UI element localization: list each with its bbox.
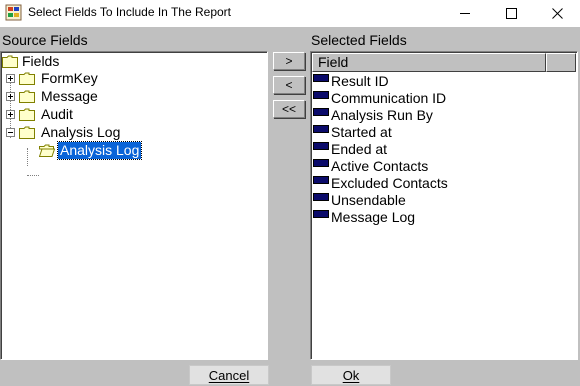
list-item[interactable]: Excluded Contacts xyxy=(313,174,448,191)
expand-icon[interactable] xyxy=(6,92,15,101)
remove-all-fields-button[interactable]: << xyxy=(273,100,305,118)
ok-button[interactable]: Ok xyxy=(311,365,391,385)
cancel-button-label: Cancel xyxy=(208,367,250,383)
folder-icon xyxy=(19,108,35,121)
folder-icon xyxy=(2,55,18,68)
minimize-icon xyxy=(459,13,470,14)
tree-node-label: FormKey xyxy=(41,70,98,86)
list-item[interactable]: Active Contacts xyxy=(313,157,428,174)
tree-node-label: Analysis Log xyxy=(41,124,121,140)
dialog-body: Source Fields Fields FormKey Message Aud… xyxy=(0,27,580,386)
selected-fields-label: Selected Fields xyxy=(311,32,407,48)
list-item-label: Active Contacts xyxy=(331,157,429,174)
column-header-field[interactable]: Field xyxy=(312,53,546,72)
selected-fields-list[interactable]: Field Result ID Communication ID Analysi… xyxy=(310,51,578,360)
tree-node-formkey[interactable]: FormKey xyxy=(1,70,261,87)
tree-connector xyxy=(27,175,39,176)
list-item[interactable]: Unsendable xyxy=(313,191,406,208)
tree-node-label: Analysis Log xyxy=(56,141,143,160)
tree-node-analysis-log-child[interactable]: Analysis Log xyxy=(1,141,261,160)
expand-icon[interactable] xyxy=(6,74,15,83)
list-item-label: Unsendable xyxy=(331,191,406,208)
add-field-button[interactable]: > xyxy=(273,52,305,70)
field-marker-icon xyxy=(313,210,329,218)
field-marker-icon xyxy=(313,74,329,82)
folder-icon xyxy=(19,72,35,85)
list-item-label: Analysis Run By xyxy=(331,106,433,123)
field-marker-icon xyxy=(313,142,329,150)
field-marker-icon xyxy=(313,125,329,133)
field-marker-icon xyxy=(313,91,329,99)
tree-node-fields[interactable]: Fields xyxy=(1,53,261,70)
list-item[interactable]: Result ID xyxy=(313,72,389,89)
list-item[interactable]: Message Log xyxy=(313,208,415,225)
cancel-button[interactable]: Cancel xyxy=(189,365,269,385)
source-tree[interactable]: Fields FormKey Message Audit Analysis Lo… xyxy=(0,51,268,360)
list-item[interactable]: Started at xyxy=(313,123,392,140)
folder-icon xyxy=(19,90,35,103)
minimize-button[interactable] xyxy=(442,0,488,27)
list-item-label: Started at xyxy=(331,123,392,140)
title-bar: Select Fields To Include In The Report xyxy=(0,0,580,27)
maximize-icon xyxy=(505,8,517,19)
remove-field-button[interactable]: < xyxy=(273,76,305,94)
tree-node-message[interactable]: Message xyxy=(1,88,261,105)
collapse-icon[interactable] xyxy=(6,128,15,137)
expand-icon[interactable] xyxy=(6,110,15,119)
list-item-label: Communication ID xyxy=(331,89,447,106)
tree-node-analysis-log[interactable]: Analysis Log xyxy=(1,124,261,141)
window-title: Select Fields To Include In The Report xyxy=(28,5,232,19)
field-marker-icon xyxy=(313,108,329,116)
close-icon xyxy=(551,8,563,19)
list-item-label: Excluded Contacts xyxy=(331,174,448,191)
field-marker-icon xyxy=(313,159,329,167)
list-item[interactable]: Ended at xyxy=(313,140,387,157)
field-marker-icon xyxy=(313,176,329,184)
tree-node-audit[interactable]: Audit xyxy=(1,106,261,123)
maximize-button[interactable] xyxy=(488,0,534,27)
list-item-label: Result ID xyxy=(331,72,389,89)
source-fields-label: Source Fields xyxy=(2,32,88,48)
ok-button-label: Ok xyxy=(342,367,360,383)
close-button[interactable] xyxy=(534,0,580,27)
list-header: Field xyxy=(312,53,576,72)
list-item[interactable]: Communication ID xyxy=(313,89,446,106)
list-item[interactable]: Analysis Run By xyxy=(313,106,433,123)
list-item-label: Message Log xyxy=(331,208,416,225)
folder-icon xyxy=(19,126,35,139)
list-item-label: Ended at xyxy=(331,140,388,157)
open-folder-icon xyxy=(39,144,55,157)
report-icon xyxy=(5,4,22,21)
field-marker-icon xyxy=(313,193,329,201)
column-header-filler xyxy=(546,53,576,72)
tree-node-label: Message xyxy=(41,88,98,104)
tree-node-label: Fields xyxy=(22,53,60,69)
tree-node-label: Audit xyxy=(41,106,73,122)
